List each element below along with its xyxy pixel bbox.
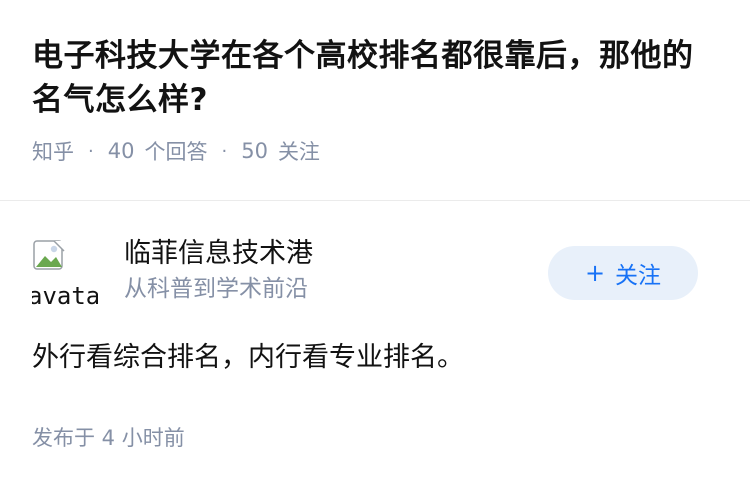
answer-content[interactable]: 外行看综合排名，内行看专业排名。: [32, 338, 718, 378]
question-meta: 知乎 · 40 个回答 · 50 关注: [32, 136, 718, 166]
broken-image-icon: [33, 240, 65, 270]
follower-count: 50: [241, 139, 268, 163]
meta-separator: ·: [88, 140, 94, 162]
answer-card: avatar 临菲信息技术港 从科普到学术前沿 + 关注 外行看综合排名，内行看…: [32, 236, 718, 378]
follower-count-unit: 关注: [277, 140, 320, 164]
follow-button-label: 关注: [615, 263, 662, 289]
answer-count: 40: [107, 139, 135, 163]
question-title[interactable]: 电子科技大学在各个高校排名都很靠后，那他的名气怎么样?: [32, 34, 718, 122]
published-time: 发布于 4 小时前: [32, 426, 185, 450]
question-header: 电子科技大学在各个高校排名都很靠后，那他的名气怎么样? 知乎 · 40 个回答 …: [0, 0, 750, 166]
avatar-alt-text: avatar: [32, 282, 98, 305]
plus-icon: +: [584, 259, 606, 287]
meta-separator: ·: [221, 140, 228, 162]
answer-count-unit: 个回答: [144, 140, 208, 164]
section-divider: [0, 200, 750, 201]
source-label[interactable]: 知乎: [32, 136, 74, 166]
author-name[interactable]: 临菲信息技术港: [124, 236, 313, 272]
avatar[interactable]: avatar: [32, 239, 98, 305]
author-row: avatar 临菲信息技术港 从科普到学术前沿 + 关注: [32, 236, 718, 308]
author-headline: 从科普到学术前沿: [124, 276, 308, 302]
follow-button[interactable]: + 关注: [548, 246, 698, 300]
author-info: 临菲信息技术港 从科普到学术前沿: [124, 236, 313, 306]
